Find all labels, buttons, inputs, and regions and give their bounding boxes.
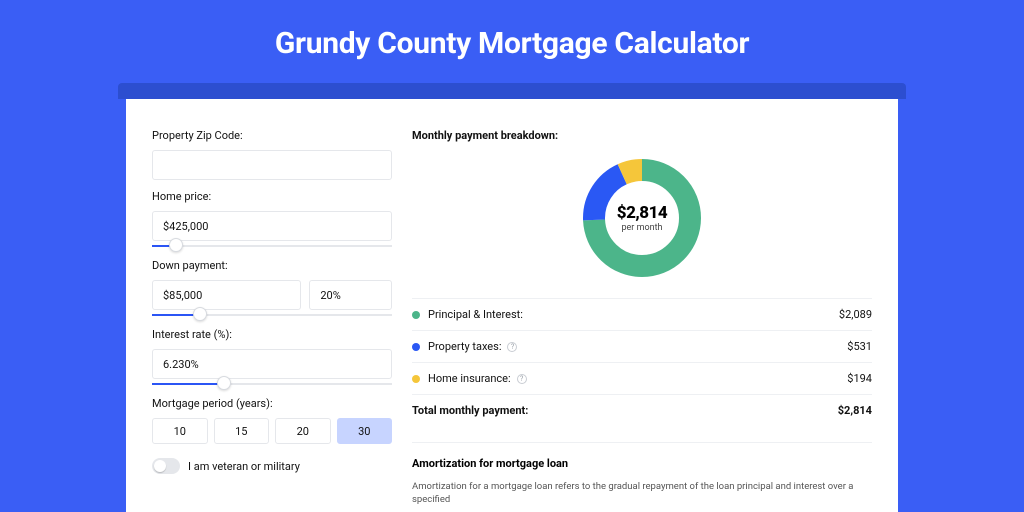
legend-row-principal: Principal & Interest: $2,089: [412, 299, 872, 331]
amortization-title: Amortization for mortgage loan: [412, 457, 872, 470]
legend-label-principal: Principal & Interest:: [428, 308, 523, 321]
page-title: Grundy County Mortgage Calculator: [0, 0, 1024, 83]
period-option-15[interactable]: 15: [214, 418, 270, 444]
interest-block: Interest rate (%):: [152, 328, 392, 387]
dot-yellow-icon: [412, 375, 420, 383]
home-price-label: Home price:: [152, 190, 392, 203]
zip-block: Property Zip Code:: [152, 129, 392, 180]
legend-val-taxes: $531: [847, 340, 872, 353]
home-price-input[interactable]: [152, 211, 392, 241]
down-payment-input[interactable]: [152, 280, 301, 310]
dot-green-icon: [412, 311, 420, 319]
zip-input[interactable]: [152, 150, 392, 180]
down-payment-block: Down payment:: [152, 259, 392, 318]
legend-label-insurance: Home insurance:: [428, 372, 511, 385]
period-options: 10 15 20 30: [152, 418, 392, 444]
home-price-slider[interactable]: [152, 243, 392, 249]
interest-input[interactable]: [152, 349, 392, 379]
donut-amount: $2,814: [617, 203, 667, 223]
veteran-row: I am veteran or military: [152, 458, 392, 474]
legend-row-taxes: Property taxes: ? $531: [412, 331, 872, 363]
amortization-text: Amortization for a mortgage loan refers …: [412, 480, 872, 507]
card-shadow: [118, 83, 906, 99]
interest-label: Interest rate (%):: [152, 328, 392, 341]
legend-val-total: $2,814: [838, 404, 872, 417]
info-icon[interactable]: ?: [507, 342, 517, 352]
breakdown-donut: $2,814 per month: [580, 156, 704, 280]
legend-row-total: Total monthly payment: $2,814: [412, 395, 872, 426]
breakdown-panel: Monthly payment breakdown: $2,814 per mo…: [412, 129, 872, 507]
period-label: Mortgage period (years):: [152, 397, 392, 410]
period-option-20[interactable]: 20: [275, 418, 331, 444]
breakdown-legend: Principal & Interest: $2,089 Property ta…: [412, 298, 872, 426]
donut-sub: per month: [621, 223, 662, 233]
legend-row-insurance: Home insurance: ? $194: [412, 363, 872, 395]
legend-val-insurance: $194: [847, 372, 872, 385]
info-icon[interactable]: ?: [517, 374, 527, 384]
legend-label-taxes: Property taxes:: [428, 340, 501, 353]
period-option-10[interactable]: 10: [152, 418, 208, 444]
interest-slider[interactable]: [152, 381, 392, 387]
amortization-section: Amortization for mortgage loan Amortizat…: [412, 442, 872, 507]
legend-label-total: Total monthly payment:: [412, 404, 528, 417]
period-option-30[interactable]: 30: [337, 418, 393, 444]
zip-label: Property Zip Code:: [152, 129, 392, 142]
form-panel: Property Zip Code: Home price: Down paym…: [152, 129, 392, 507]
down-payment-label: Down payment:: [152, 259, 392, 272]
down-payment-pct-input[interactable]: [309, 280, 392, 310]
dot-blue-icon: [412, 343, 420, 351]
down-payment-slider[interactable]: [152, 312, 392, 318]
veteran-label: I am veteran or military: [188, 460, 300, 473]
legend-val-principal: $2,089: [839, 308, 872, 321]
breakdown-title: Monthly payment breakdown:: [412, 129, 872, 142]
veteran-toggle[interactable]: [152, 458, 180, 474]
home-price-block: Home price:: [152, 190, 392, 249]
period-block: Mortgage period (years): 10 15 20 30: [152, 397, 392, 444]
calculator-card: Property Zip Code: Home price: Down paym…: [126, 99, 898, 512]
